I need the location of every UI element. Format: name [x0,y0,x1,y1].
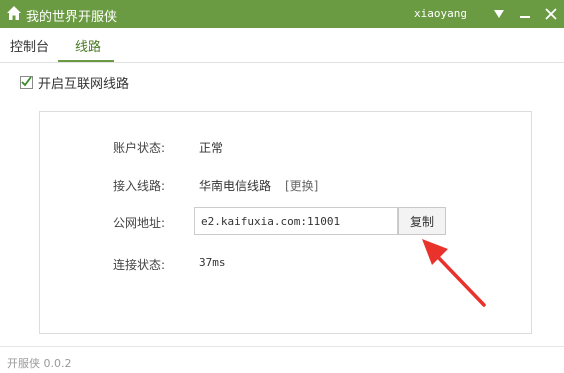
close-icon [545,8,557,20]
version-label: 开服侠 0.0.2 [7,357,72,370]
footer-divider [0,346,564,347]
minimize-button[interactable] [514,4,536,24]
username-label[interactable]: xiaoyang [414,7,467,20]
connection-status-label: 连接状态: [113,258,166,272]
dropdown-button[interactable] [488,4,510,24]
app-title: 我的世界开服侠 [26,10,118,25]
close-button[interactable] [540,4,562,24]
change-route-link[interactable]: [更换] [285,177,318,194]
home-icon[interactable] [6,5,22,21]
enable-internet-route-checkbox[interactable] [20,76,33,89]
account-status-value: 正常 [199,141,224,155]
tab-console[interactable]: 控制台 [10,36,49,55]
check-icon [21,76,32,87]
tab-divider [0,62,564,63]
public-address-field[interactable] [194,207,398,235]
public-address-label: 公网地址: [113,216,166,230]
account-status-label: 账户状态: [113,141,166,155]
tab-bar: 控制台 线路 [0,28,564,62]
copy-button[interactable]: 复制 [398,207,446,235]
triangle-down-icon [494,10,504,18]
enable-internet-route-label: 开启互联网线路 [38,77,130,92]
route-label: 接入线路: [113,179,166,193]
connection-status-value: 37ms [199,256,226,269]
minimize-icon [520,16,530,18]
tab-route[interactable]: 线路 [75,36,101,55]
enable-internet-route-row[interactable]: 开启互联网线路 [20,73,129,92]
route-value: 华南电信线路 [199,179,272,193]
red-arrow-icon [422,239,486,307]
title-bar: 我的世界开服侠 xiaoyang [0,0,564,28]
